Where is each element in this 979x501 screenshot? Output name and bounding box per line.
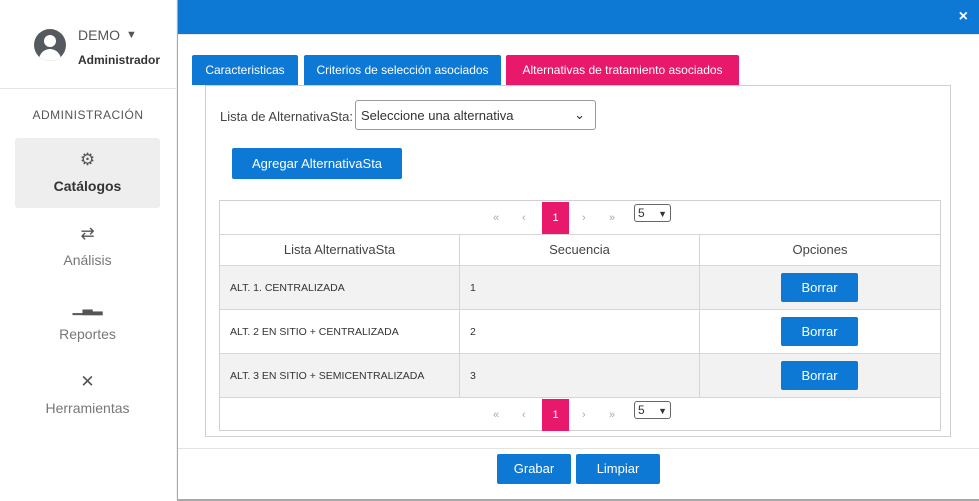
user-name[interactable]: DEMO bbox=[78, 27, 120, 43]
caret-down-icon[interactable]: ▼ bbox=[126, 29, 137, 41]
options-cell: Borrar bbox=[700, 354, 940, 397]
nav-item-catalogos[interactable]: ⚙ Catálogos bbox=[15, 138, 160, 208]
nav-item-analisis[interactable]: ⇄ Análisis bbox=[15, 212, 160, 282]
tab-alternativas[interactable]: Alternativas de tratamiento asociados bbox=[506, 55, 739, 85]
alternativa-select[interactable]: Seleccione una alternativa ⌄ bbox=[355, 100, 596, 130]
delete-button[interactable]: Borrar bbox=[781, 273, 858, 302]
select-label: Lista de AlternativaSta: bbox=[220, 109, 353, 124]
prev-page-button[interactable]: ‹ bbox=[522, 212, 526, 224]
modal-header: × bbox=[178, 0, 979, 34]
last-page-button[interactable]: » bbox=[609, 409, 615, 421]
options-cell: Borrar bbox=[700, 266, 940, 309]
first-page-button[interactable]: « bbox=[493, 212, 499, 224]
tab-panel: Lista de AlternativaSta: Seleccione una … bbox=[205, 85, 951, 437]
page-size-select[interactable]: 5 ▼ bbox=[634, 204, 671, 222]
alternativa-name: ALT. 3 EN SITIO + SEMICENTRALIZADA bbox=[220, 354, 460, 397]
divider bbox=[0, 88, 176, 89]
secuencia-value: 3 bbox=[460, 354, 700, 397]
page-size-value: 5 bbox=[638, 206, 645, 220]
column-header: Secuencia bbox=[460, 235, 700, 265]
nav-item-label: Reportes bbox=[59, 326, 116, 342]
divider bbox=[178, 448, 979, 449]
chevron-down-icon: ▼ bbox=[658, 209, 667, 219]
tools-icon: ✕ bbox=[80, 372, 95, 391]
delete-button[interactable]: Borrar bbox=[781, 361, 858, 390]
nav-item-herramientas[interactable]: ✕ Herramientas bbox=[15, 360, 160, 430]
select-value: Seleccione una alternativa bbox=[361, 108, 514, 123]
page-size-value: 5 bbox=[638, 403, 645, 417]
secuencia-value: 1 bbox=[460, 266, 700, 309]
first-page-button[interactable]: « bbox=[493, 409, 499, 421]
nav-item-label: Herramientas bbox=[45, 400, 130, 416]
current-page-button[interactable]: 1 bbox=[542, 399, 569, 431]
gears-icon: ⚙ bbox=[79, 150, 96, 169]
pager-bottom: « ‹ 1 › » 5 ▼ bbox=[220, 397, 940, 431]
bar-chart-icon: ▁▃▂ bbox=[72, 300, 103, 315]
user-panel[interactable]: DEMO ▼ Administrador bbox=[0, 0, 176, 88]
tab-caracteristicas[interactable]: Caracteristicas bbox=[192, 55, 298, 85]
alternativa-name: ALT. 1. CENTRALIZADA bbox=[220, 266, 460, 309]
nav-item-reportes[interactable]: ▁▃▂ Reportes bbox=[15, 286, 160, 356]
save-button[interactable]: Grabar bbox=[497, 454, 571, 484]
prev-page-button[interactable]: ‹ bbox=[522, 409, 526, 421]
swap-arrows-icon: ⇄ bbox=[80, 224, 95, 243]
alternativa-name: ALT. 2 EN SITIO + CENTRALIZADA bbox=[220, 310, 460, 353]
modal-dialog: × Caracteristicas Criterios de selección… bbox=[177, 0, 979, 501]
column-header: Lista AlternativaSta bbox=[220, 235, 460, 265]
section-title: ADMINISTRACIÓN bbox=[32, 108, 144, 122]
table-row: ALT. 2 EN SITIO + CENTRALIZADA 2 Borrar bbox=[220, 309, 940, 353]
clear-button[interactable]: Limpiar bbox=[576, 454, 660, 484]
next-page-button[interactable]: › bbox=[582, 212, 586, 224]
nav-item-label: Catálogos bbox=[53, 178, 122, 194]
pager-top: « ‹ 1 › » 5 ▼ bbox=[220, 201, 940, 234]
user-role: Administrador bbox=[78, 53, 161, 67]
last-page-button[interactable]: » bbox=[609, 212, 615, 224]
chevron-down-icon: ⌄ bbox=[574, 107, 585, 122]
divider bbox=[178, 34, 979, 35]
column-header: Opciones bbox=[792, 242, 848, 257]
options-cell: Borrar bbox=[700, 310, 940, 353]
chevron-down-icon: ▼ bbox=[658, 406, 667, 416]
alternativas-table: « ‹ 1 › » 5 ▼ Lista AlternativaSta Secue… bbox=[219, 200, 941, 431]
secuencia-value: 2 bbox=[460, 310, 700, 353]
table-header-row: Lista AlternativaSta Secuencia Opciones bbox=[220, 234, 940, 265]
table-row: ALT. 3 EN SITIO + SEMICENTRALIZADA 3 Bor… bbox=[220, 353, 940, 397]
delete-button[interactable]: Borrar bbox=[781, 317, 858, 346]
add-alternativa-button[interactable]: Agregar AlternativaSta bbox=[232, 148, 402, 179]
next-page-button[interactable]: › bbox=[582, 409, 586, 421]
sidebar: DEMO ▼ Administrador ADMINISTRACIÓN ⚙ Ca… bbox=[0, 0, 176, 501]
avatar-icon bbox=[34, 29, 66, 61]
nav-item-label: Análisis bbox=[63, 252, 112, 268]
tab-criterios[interactable]: Criterios de selección asociados bbox=[304, 55, 501, 85]
close-icon[interactable]: × bbox=[959, 8, 968, 26]
current-page-button[interactable]: 1 bbox=[542, 202, 569, 234]
table-row: ALT. 1. CENTRALIZADA 1 Borrar bbox=[220, 265, 940, 309]
page-size-select[interactable]: 5 ▼ bbox=[634, 401, 671, 419]
